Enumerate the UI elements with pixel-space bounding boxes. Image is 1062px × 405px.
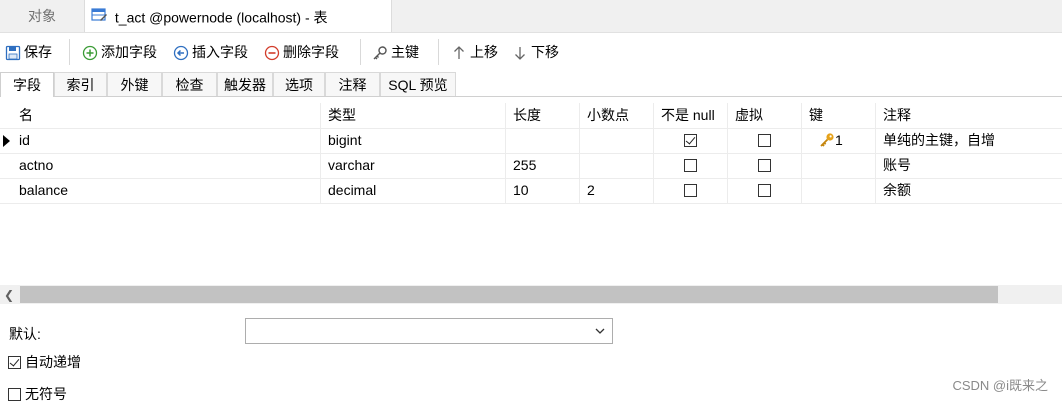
field-comment-cell[interactable]: 余额 — [876, 178, 1062, 203]
field-length-cell[interactable] — [506, 128, 580, 153]
not-null-checkbox[interactable] — [684, 159, 697, 172]
virtual-checkbox[interactable] — [758, 134, 771, 147]
column-header-key[interactable]: 键 — [802, 103, 876, 128]
not-null-checkbox[interactable] — [684, 134, 697, 147]
primary-key-label: 主键 — [391, 44, 419, 60]
key-cell[interactable]: 1 — [802, 128, 876, 153]
key-ordinal: 1 — [835, 132, 843, 148]
save-button-label: 保存 — [24, 44, 52, 60]
default-label: 默认: — [9, 326, 41, 342]
field-type-cell[interactable]: varchar — [321, 153, 506, 178]
field-name-cell[interactable]: balance — [12, 178, 321, 203]
add-field-button[interactable]: 添加字段 — [82, 42, 157, 62]
insert-field-label: 插入字段 — [192, 44, 248, 60]
virtual-checkbox[interactable] — [758, 184, 771, 197]
key-cell[interactable] — [802, 178, 876, 203]
save-button[interactable]: 保存 — [5, 42, 52, 62]
field-properties-panel: 默认: 自动递增 无符号 — [0, 304, 1062, 405]
delete-field-label: 删除字段 — [283, 44, 339, 60]
move-down-label: 下移 — [531, 44, 559, 60]
save-icon — [5, 45, 21, 61]
tab-objects[interactable]: 对象 — [0, 0, 84, 32]
field-type-cell[interactable]: bigint — [321, 128, 506, 153]
column-header-name[interactable]: 名 — [12, 103, 321, 128]
primary-key-icon — [820, 133, 834, 147]
insert-arrow-icon — [173, 45, 189, 61]
table-design-icon — [91, 1, 107, 33]
not-null-cell — [654, 153, 728, 178]
watermark: CSDN @i既来之 — [952, 378, 1048, 393]
grid-header: 名 类型 长度 小数点 不是 null 虚拟 键 注释 — [0, 103, 1062, 129]
tab-sql-preview[interactable]: SQL 预览 — [380, 72, 456, 96]
tab-table-design-label: t_act @powernode (localhost) - 表 — [114, 9, 328, 26]
column-header-not-null[interactable]: 不是 null — [654, 103, 728, 128]
tab-indexes[interactable]: 索引 — [54, 72, 107, 96]
scrollbar-thumb[interactable] — [20, 286, 998, 303]
delete-field-button[interactable]: 删除字段 — [264, 42, 339, 62]
field-length-cell[interactable]: 10 — [506, 178, 580, 203]
unsigned-option[interactable]: 无符号 — [8, 384, 67, 404]
tab-checks[interactable]: 检查 — [162, 72, 217, 96]
field-length-cell[interactable]: 255 — [506, 153, 580, 178]
default-value-combobox[interactable] — [245, 318, 613, 344]
key-cell[interactable] — [802, 153, 876, 178]
move-down-button[interactable]: 下移 — [512, 42, 559, 62]
move-up-label: 上移 — [470, 44, 498, 60]
current-row-indicator — [3, 135, 10, 147]
horizontal-scrollbar[interactable]: ❮ — [0, 285, 1062, 304]
column-header-comment[interactable]: 注释 — [876, 103, 1062, 128]
tab-comment[interactable]: 注释 — [325, 72, 380, 96]
chevron-down-icon — [595, 328, 605, 334]
auto-increment-option[interactable]: 自动递增 — [8, 352, 81, 372]
arrow-down-icon — [515, 47, 525, 60]
virtual-cell — [728, 153, 802, 178]
add-field-label: 添加字段 — [101, 44, 157, 60]
add-circle-icon — [82, 45, 98, 61]
toolbar-separator — [438, 39, 439, 65]
insert-field-button[interactable]: 插入字段 — [173, 42, 248, 62]
not-null-cell — [654, 128, 728, 153]
document-tab-bar: 对象 t_act @powernode (localhost) - 表 — [0, 0, 1062, 33]
tab-foreign-keys[interactable]: 外键 — [107, 72, 162, 96]
field-decimals-cell[interactable] — [580, 128, 654, 153]
field-comment-cell[interactable]: 账号 — [876, 153, 1062, 178]
designer-tab-strip: 字段 索引 外键 检查 触发器 选项 注释 SQL 预览 — [0, 72, 1062, 97]
auto-increment-checkbox[interactable] — [8, 356, 21, 369]
field-name-cell[interactable]: id — [12, 128, 321, 153]
virtual-cell — [728, 128, 802, 153]
remove-circle-icon — [264, 45, 280, 61]
column-header-length[interactable]: 长度 — [506, 103, 580, 128]
field-name-cell[interactable]: actno — [12, 153, 321, 178]
field-decimals-cell[interactable] — [580, 153, 654, 178]
virtual-cell — [728, 178, 802, 203]
field-type-cell[interactable]: decimal — [321, 178, 506, 203]
unsigned-label: 无符号 — [25, 386, 67, 402]
virtual-checkbox[interactable] — [758, 159, 771, 172]
tab-fields[interactable]: 字段 — [0, 72, 54, 97]
not-null-checkbox[interactable] — [684, 184, 697, 197]
column-header-virtual[interactable]: 虚拟 — [728, 103, 802, 128]
toolbar-separator — [69, 39, 70, 65]
tab-options[interactable]: 选项 — [273, 72, 325, 96]
toolbar-separator — [360, 39, 361, 65]
unsigned-checkbox[interactable] — [8, 388, 21, 401]
arrow-up-icon — [454, 46, 464, 59]
table-row[interactable]: balance decimal 10 2 余额 — [0, 178, 1062, 204]
table-row[interactable]: actno varchar 255 账号 — [0, 153, 1062, 179]
table-row[interactable]: id bigint 1 单纯的主键，自增 — [0, 128, 1062, 154]
field-decimals-cell[interactable]: 2 — [580, 178, 654, 203]
column-header-decimals[interactable]: 小数点 — [580, 103, 654, 128]
auto-increment-label: 自动递增 — [25, 354, 81, 370]
key-icon — [373, 46, 387, 60]
not-null-cell — [654, 178, 728, 203]
column-header-type[interactable]: 类型 — [321, 103, 506, 128]
scroll-left-icon[interactable]: ❮ — [4, 288, 14, 302]
tab-table-design[interactable]: t_act @powernode (localhost) - 表 — [84, 0, 392, 32]
field-comment-cell[interactable]: 单纯的主键，自增 — [876, 128, 1062, 153]
primary-key-button[interactable]: 主键 — [372, 42, 419, 62]
toolbar: 保存 添加字段 插入字段 删除字段 主键 上移 下移 — [0, 33, 1062, 71]
move-up-button[interactable]: 上移 — [451, 42, 498, 62]
tab-triggers[interactable]: 触发器 — [217, 72, 273, 96]
